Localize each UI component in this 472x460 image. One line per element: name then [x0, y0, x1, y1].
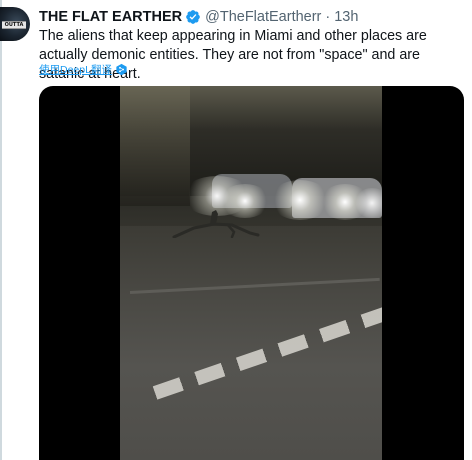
verified-badge-icon: [186, 10, 200, 24]
tweet-header: THE FLAT EARTHER @TheFlatEartherr · 13h: [39, 8, 358, 26]
avatar[interactable]: OUTTA: [0, 7, 30, 41]
video-figure: [172, 210, 260, 238]
separator-dot: ·: [325, 9, 331, 25]
user-handle[interactable]: @TheFlatEartherr: [205, 9, 321, 25]
video-road: [120, 226, 382, 460]
video-building: [120, 86, 190, 206]
video-frame[interactable]: [120, 86, 382, 460]
thread-line: [0, 0, 2, 460]
translate-row: 使用DeepL翻译: [39, 62, 128, 76]
tweet-media-video[interactable]: [39, 86, 464, 460]
avatar-badge: OUTTA: [2, 21, 26, 29]
display-name[interactable]: THE FLAT EARTHER: [39, 9, 182, 25]
tweet-timestamp[interactable]: 13h: [334, 9, 358, 25]
translate-link[interactable]: 使用DeepL翻译: [39, 62, 112, 77]
headlight-glow: [354, 188, 382, 218]
deepl-translate-icon[interactable]: [115, 63, 128, 76]
avatar-badge-text: OUTTA: [4, 22, 24, 28]
